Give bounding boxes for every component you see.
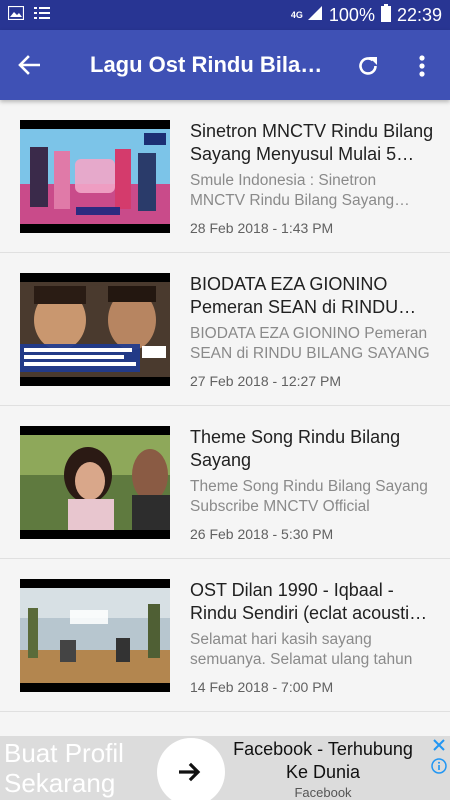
- video-date: 26 Feb 2018 - 5:30 PM: [190, 526, 334, 542]
- ad-advertiser: Facebook: [294, 785, 352, 800]
- video-title[interactable]: OST Dilan 1990 - Iqbaal - Rindu Sendiri …: [190, 579, 435, 625]
- ad-banner[interactable]: Buat Profil Sekarang Facebook - Terhubun…: [0, 736, 450, 800]
- video-thumbnail[interactable]: [20, 579, 170, 692]
- thumbnail-image: [20, 129, 170, 224]
- video-item[interactable]: Theme Song Rindu Bilang Sayang Theme Son…: [0, 406, 450, 559]
- video-item[interactable]: BIODATA EZA GIONINO Pemeran SEAN di RIND…: [0, 253, 450, 406]
- video-thumbnail[interactable]: [20, 120, 170, 233]
- more-vert-icon: [419, 55, 425, 77]
- video-date: 27 Feb 2018 - 12:27 PM: [190, 373, 341, 389]
- video-item[interactable]: OST Dilan 1990 - Iqbaal - Rindu Sendiri …: [0, 559, 450, 712]
- more-options-button[interactable]: [406, 48, 438, 84]
- ad-cta-text[interactable]: Buat Profil Sekarang: [4, 738, 174, 798]
- video-title[interactable]: Sinetron MNCTV Rindu Bilang Sayang Menyu…: [190, 120, 435, 166]
- arrow-left-icon: [18, 55, 40, 75]
- refresh-icon: [359, 57, 377, 75]
- thumbnail-image: [20, 588, 170, 683]
- thumbnail-image: [20, 282, 170, 377]
- video-title[interactable]: Theme Song Rindu Bilang Sayang: [190, 426, 435, 472]
- refresh-button[interactable]: [350, 48, 386, 84]
- video-date: 14 Feb 2018 - 7:00 PM: [190, 679, 334, 695]
- video-description: Smule Indonesia : Sinetron MNCTV Rindu B…: [190, 172, 395, 209]
- signal-icon: [307, 5, 323, 26]
- video-list: Sinetron MNCTV Rindu Bilang Sayang Menyu…: [0, 100, 450, 712]
- app-bar: Lagu Ost Rindu Bilang Sayang: [0, 30, 450, 100]
- ad-close-icon[interactable]: [432, 738, 446, 752]
- battery-icon: [380, 3, 391, 27]
- battery-percent: 100%: [328, 4, 375, 25]
- ad-arrow-button[interactable]: [157, 738, 225, 800]
- ad-title[interactable]: Facebook - Terhubung Ke Dunia: [228, 738, 418, 784]
- video-item[interactable]: Sinetron MNCTV Rindu Bilang Sayang Menyu…: [0, 100, 450, 253]
- network-type: 4G: [290, 9, 303, 20]
- page-title: Lagu Ost Rindu Bilang Sayang: [90, 52, 330, 77]
- list-notification-icon: [34, 6, 50, 25]
- back-button[interactable]: [0, 30, 58, 100]
- ad-info-icon[interactable]: [431, 758, 447, 774]
- thumbnail-image: [20, 435, 170, 530]
- status-bar: 4G 100% 22:39: [0, 0, 450, 30]
- gallery-notification-icon: [7, 5, 25, 25]
- video-description: Selamat hari kasih sayang semuanya. Sela…: [190, 631, 413, 668]
- video-description: Theme Song Rindu Bilang Sayang Subscribe…: [190, 478, 428, 515]
- video-title[interactable]: BIODATA EZA GIONINO Pemeran SEAN di RIND…: [190, 273, 435, 319]
- video-thumbnail[interactable]: [20, 273, 170, 386]
- clock: 22:39: [396, 4, 442, 25]
- arrow-right-icon: [179, 762, 201, 782]
- video-date: 28 Feb 2018 - 1:43 PM: [190, 220, 334, 236]
- video-description: BIODATA EZA GIONINO Pemeran SEAN di RIND…: [190, 325, 430, 362]
- video-thumbnail[interactable]: [20, 426, 170, 539]
